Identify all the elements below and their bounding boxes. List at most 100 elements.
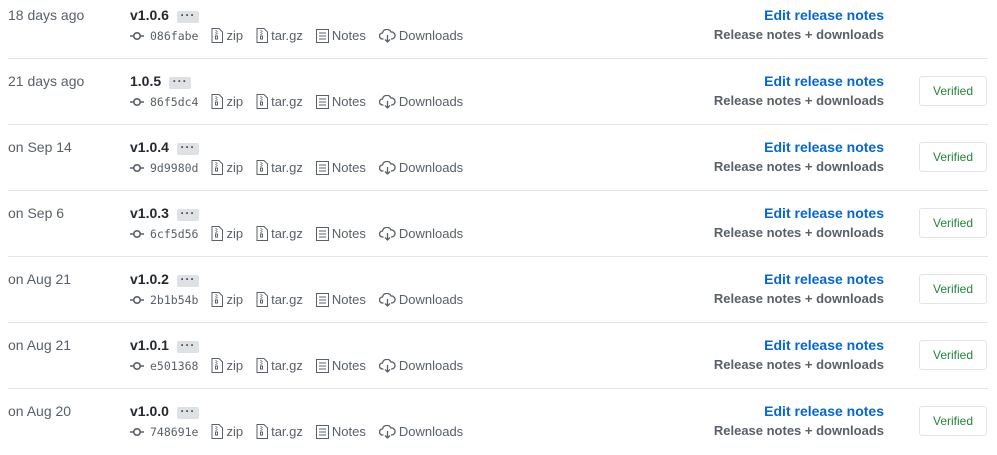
notes-link[interactable]: Notes — [315, 226, 366, 241]
tag-link[interactable]: v1.0.1 — [130, 337, 169, 353]
commit-link[interactable]: 9d9980d — [130, 161, 198, 175]
zip-link[interactable]: zip — [211, 94, 243, 109]
release-list: 18 days ago v1.0.6 ··· 086fabe zip tar.gz… — [0, 0, 997, 455]
edit-release-notes-link[interactable]: Edit release notes — [714, 7, 884, 24]
file-zip-icon — [256, 160, 269, 175]
release-notes-downloads-label: Release notes + downloads — [713, 159, 884, 174]
release-meta: e501368 zip tar.gz Notes Downloads — [130, 358, 476, 373]
downloads-link[interactable]: Downloads — [378, 28, 464, 43]
tag-link[interactable]: v1.0.2 — [130, 271, 169, 287]
expand-button[interactable]: ··· — [176, 9, 199, 23]
targz-link[interactable]: tar.gz — [256, 28, 303, 43]
file-zip-icon — [256, 424, 269, 439]
release-row: 18 days ago v1.0.6 ··· 086fabe zip tar.gz… — [8, 0, 988, 59]
downloads-link[interactable]: Downloads — [378, 94, 463, 109]
edit-release-notes-link[interactable]: Edit release notes — [714, 205, 884, 222]
tag-link[interactable]: v1.0.3 — [130, 205, 169, 221]
release-notes-downloads-label: Release notes + downloads — [713, 423, 884, 438]
targz-label: tar.gz — [271, 28, 303, 43]
file-zip-icon — [256, 226, 269, 241]
commit-sha: 086fabe — [150, 28, 199, 43]
commit-link[interactable]: 086fabe — [130, 29, 198, 43]
downloads-link[interactable]: Downloads — [378, 226, 464, 241]
release-notes-downloads-label: Release notes + downloads — [713, 291, 884, 306]
git-commit-icon — [130, 361, 144, 370]
expand-button[interactable]: ··· — [176, 273, 199, 287]
targz-link[interactable]: tar.gz — [256, 358, 303, 373]
notes-label: Notes — [331, 424, 366, 439]
commit-link[interactable]: 86f5dc4 — [130, 95, 198, 109]
release-date: 21 days ago — [8, 73, 85, 89]
notes-link[interactable]: Notes — [315, 160, 366, 175]
cloud-download-icon — [378, 358, 396, 373]
commit-link[interactable]: 2b1b54b — [130, 293, 198, 307]
targz-link[interactable]: tar.gz — [256, 160, 303, 175]
downloads-link[interactable]: Downloads — [378, 292, 463, 307]
expand-button[interactable]: ··· — [176, 405, 199, 419]
notes-link[interactable]: Notes — [315, 94, 366, 109]
edit-release-notes-link[interactable]: Edit release notes — [714, 403, 884, 420]
zip-label: zip — [226, 358, 244, 373]
git-commit-icon — [130, 97, 144, 106]
release-tag: v1.0.6 ··· — [130, 7, 199, 23]
commit-sha: 6cf5d56 — [150, 226, 199, 241]
edit-release-notes-link[interactable]: Edit release notes — [714, 139, 884, 156]
git-commit-icon — [130, 229, 144, 238]
targz-link[interactable]: tar.gz — [256, 226, 303, 241]
file-text-icon — [315, 94, 329, 109]
expand-button[interactable]: ··· — [176, 207, 199, 221]
commit-link[interactable]: e501368 — [130, 359, 198, 373]
tag-link[interactable]: v1.0.6 — [130, 7, 169, 23]
tag-link[interactable]: v1.0.4 — [130, 139, 169, 155]
commit-link[interactable]: 6cf5d56 — [130, 227, 198, 241]
release-row: on Aug 20 v1.0.0 ··· 748691e zip tar.gz N… — [8, 389, 988, 455]
downloads-link[interactable]: Downloads — [378, 424, 463, 439]
notes-label: Notes — [331, 292, 366, 307]
notes-link[interactable]: Notes — [315, 358, 366, 373]
tag-link[interactable]: v1.0.0 — [130, 403, 169, 419]
release-tag: v1.0.1 ··· — [130, 337, 199, 353]
targz-link[interactable]: tar.gz — [256, 424, 303, 439]
verified-badge[interactable]: Verified — [919, 142, 987, 172]
zip-link[interactable]: zip — [211, 160, 243, 175]
verified-badge[interactable]: Verified — [919, 340, 987, 370]
release-meta: 86f5dc4 zip tar.gz Notes Downloads — [130, 94, 476, 109]
targz-link[interactable]: tar.gz — [256, 292, 303, 307]
expand-button[interactable]: ··· — [169, 75, 192, 89]
tag-link[interactable]: 1.0.5 — [130, 73, 161, 89]
verified-badge[interactable]: Verified — [919, 274, 987, 304]
release-notes-downloads-label: Release notes + downloads — [713, 27, 884, 42]
downloads-link[interactable]: Downloads — [378, 358, 463, 373]
commit-sha: 86f5dc4 — [150, 94, 199, 109]
notes-link[interactable]: Notes — [315, 28, 366, 43]
file-zip-icon — [211, 292, 224, 307]
file-zip-icon — [256, 28, 269, 43]
zip-link[interactable]: zip — [211, 226, 243, 241]
zip-link[interactable]: zip — [211, 358, 243, 373]
verified-badge[interactable]: Verified — [919, 76, 987, 106]
notes-link[interactable]: Notes — [315, 292, 366, 307]
file-text-icon — [315, 160, 329, 175]
downloads-label: Downloads — [398, 226, 464, 241]
release-actions: Edit release notes Release notes + downl… — [714, 337, 884, 373]
expand-button[interactable]: ··· — [176, 339, 199, 353]
expand-button[interactable]: ··· — [176, 141, 199, 155]
release-row: on Aug 21 v1.0.2 ··· 2b1b54b zip tar.gz N… — [8, 257, 988, 323]
file-zip-icon — [211, 160, 224, 175]
commit-link[interactable]: 748691e — [130, 425, 198, 439]
zip-link[interactable]: zip — [211, 424, 243, 439]
zip-link[interactable]: zip — [211, 292, 243, 307]
edit-release-notes-link[interactable]: Edit release notes — [714, 73, 884, 90]
zip-link[interactable]: zip — [211, 28, 243, 43]
release-meta: 9d9980d zip tar.gz Notes Downloads — [130, 160, 476, 175]
edit-release-notes-link[interactable]: Edit release notes — [714, 337, 884, 354]
targz-link[interactable]: tar.gz — [256, 94, 303, 109]
release-date: on Aug 21 — [8, 337, 72, 353]
verified-badge[interactable]: Verified — [919, 406, 987, 436]
verified-badge[interactable]: Verified — [919, 208, 987, 238]
file-text-icon — [315, 226, 329, 241]
edit-release-notes-link[interactable]: Edit release notes — [714, 271, 884, 288]
downloads-label: Downloads — [398, 28, 464, 43]
downloads-link[interactable]: Downloads — [378, 160, 463, 175]
notes-link[interactable]: Notes — [315, 424, 366, 439]
